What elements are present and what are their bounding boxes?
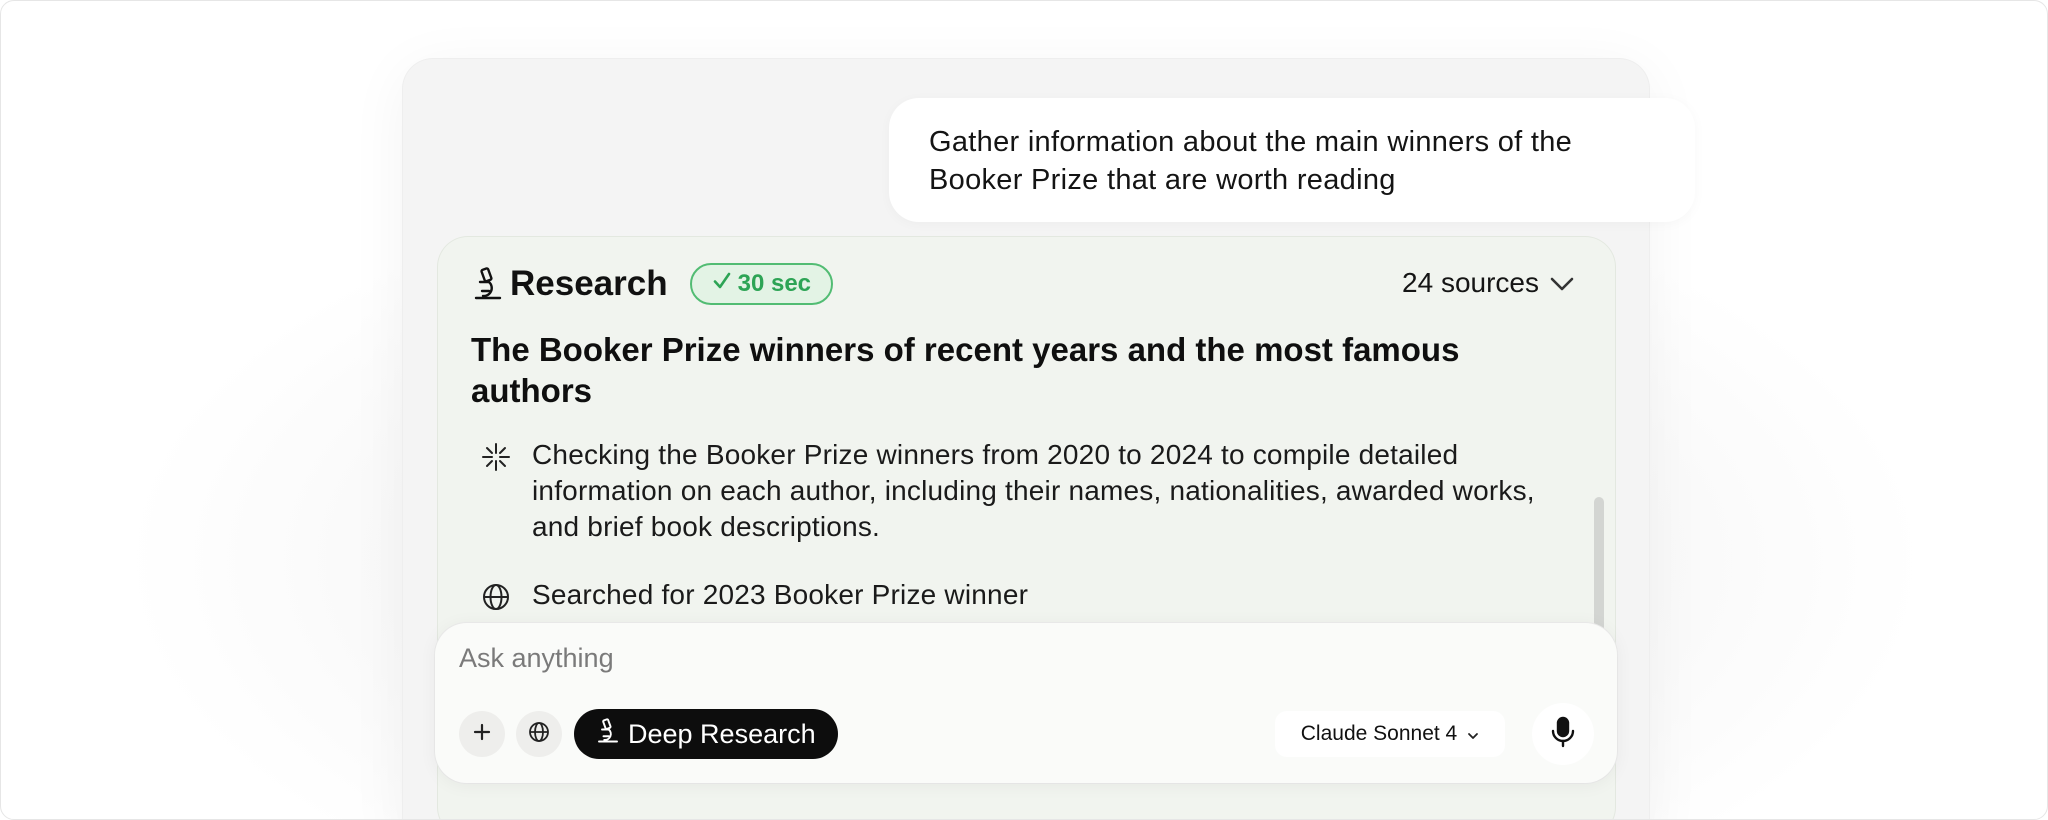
research-step: Searched for 2023 Booker Prize winner <box>471 577 1028 614</box>
microscope-icon <box>472 267 504 301</box>
composer: Deep Research Claude Sonnet 4 <box>435 623 1617 783</box>
deep-research-button[interactable]: Deep Research <box>574 709 838 759</box>
research-time-text: 30 sec <box>737 270 812 297</box>
research-title: Research <box>510 264 668 303</box>
sources-dropdown[interactable]: 24 sources <box>1402 267 1575 299</box>
research-step-text: Checking the Booker Prize winners from 2… <box>532 439 1535 542</box>
research-time-badge: 30 sec <box>689 263 834 305</box>
prompt-input[interactable] <box>459 638 1359 678</box>
web-search-button[interactable] <box>516 711 562 757</box>
check-icon <box>712 270 732 298</box>
research-step: Checking the Booker Prize winners from 2… <box>471 437 1571 545</box>
user-message-text: Gather information about the main winner… <box>929 126 1573 196</box>
deep-research-label: Deep Research <box>628 718 816 749</box>
model-label: Claude Sonnet 4 <box>1300 722 1458 745</box>
chevron-down-icon <box>1467 722 1479 746</box>
add-attachment-button[interactable] <box>459 711 505 757</box>
microscope-icon <box>596 717 620 751</box>
research-header: Research 30 sec <box>472 259 834 309</box>
chevron-down-icon <box>1549 267 1575 299</box>
sparkle-icon <box>479 440 513 474</box>
plus-icon <box>472 722 492 747</box>
research-heading: The Booker Prize winners of recent years… <box>471 331 1460 409</box>
user-message-bubble: Gather information about the main winner… <box>889 98 1695 222</box>
screen-frame: Gather information about the main winner… <box>0 0 2048 820</box>
sources-label: 24 sources <box>1402 267 1539 298</box>
voice-input-button[interactable] <box>1532 703 1594 765</box>
microphone-icon <box>1548 716 1578 753</box>
globe-icon <box>479 580 513 614</box>
model-select[interactable]: Claude Sonnet 4 <box>1275 711 1505 757</box>
research-step-text: Searched for 2023 Booker Prize winner <box>532 579 1029 610</box>
globe-icon <box>527 720 551 749</box>
